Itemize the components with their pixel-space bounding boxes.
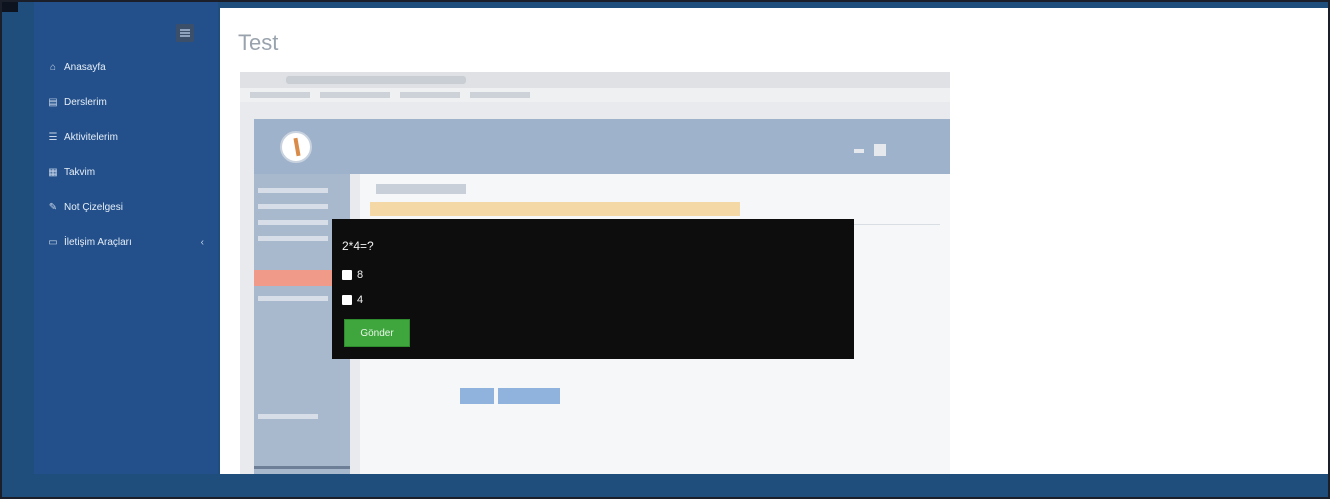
- window-corner: [2, 2, 18, 12]
- video-sidebar-footer: [258, 414, 318, 419]
- sidebar-item-derslerim[interactable]: ▤ Derslerim: [44, 85, 218, 120]
- sidebar-item-label: Takvim: [64, 167, 96, 178]
- hamburger-line: [180, 29, 190, 31]
- video-bookmarks-bar: [240, 88, 950, 102]
- book-icon: ▤: [48, 97, 58, 108]
- video-sidebar-item: [258, 220, 328, 225]
- sidebar-item-iletisim-araclari[interactable]: ▭ İletişim Araçları ‹: [44, 225, 218, 260]
- video-inner-button: [498, 388, 560, 404]
- bookmark: [320, 92, 390, 98]
- sidebar-item-not-cizelgesi[interactable]: ✎ Not Çizelgesi: [44, 190, 218, 225]
- sidebar-item-label: İletişim Araçları: [64, 237, 132, 248]
- checkbox[interactable]: [342, 295, 352, 305]
- bookmark: [250, 92, 310, 98]
- sidebar-item-aktivitelerim[interactable]: ☰ Aktivitelerim: [44, 120, 218, 155]
- bookmark: [470, 92, 530, 98]
- checkbox[interactable]: [342, 270, 352, 280]
- bookmark: [400, 92, 460, 98]
- quiz-question: 2*4=?: [342, 239, 374, 253]
- sidebar-item-anasayfa[interactable]: ⌂ Anasayfa: [44, 50, 218, 85]
- app-frame: ⌂ Anasayfa ▤ Derslerim ☰ Aktivitelerim ▦…: [0, 0, 1330, 499]
- video-url-bar: [286, 76, 466, 84]
- video-sidebar-item: [258, 296, 328, 301]
- home-icon: ⌂: [49, 62, 57, 73]
- logo-icon: [280, 131, 312, 163]
- pencil-icon: ✎: [48, 202, 58, 213]
- page-title: Test: [238, 30, 279, 55]
- quiz-overlay: 2*4=? 8 4 Gönder: [332, 219, 854, 359]
- video-sidebar-item: [258, 236, 328, 241]
- quiz-option-label: 4: [357, 294, 364, 306]
- video-warning-banner: [370, 202, 740, 216]
- menu-toggle-button[interactable]: [176, 24, 194, 42]
- sidebar-item-label: Anasayfa: [64, 62, 106, 73]
- quiz-option-label: 8: [357, 269, 364, 281]
- video-sidebar-item: [258, 188, 328, 193]
- sidebar-item-label: Derslerim: [64, 97, 107, 108]
- video-progress-bar[interactable]: [254, 466, 350, 469]
- list-icon: ☰: [48, 132, 58, 143]
- quiz-option-4[interactable]: 4: [342, 294, 363, 306]
- submit-button[interactable]: Gönder: [344, 319, 410, 347]
- quiz-option-8[interactable]: 8: [342, 269, 363, 281]
- footer-bar: [2, 474, 1328, 497]
- hamburger-line: [180, 32, 190, 34]
- sidebar-item-label: Aktivitelerim: [64, 132, 118, 143]
- sidebar-nav: ⌂ Anasayfa ▤ Derslerim ☰ Aktivitelerim ▦…: [44, 50, 218, 260]
- calendar-icon: ▦: [48, 167, 58, 178]
- video-app-header: [254, 119, 950, 174]
- sidebar-item-takvim[interactable]: ▦ Takvim: [44, 155, 218, 190]
- header-avatar: [874, 144, 886, 156]
- chevron-left-icon: ‹: [200, 237, 204, 248]
- header-item: [854, 149, 864, 153]
- sidebar: ⌂ Anasayfa ▤ Derslerim ☰ Aktivitelerim ▦…: [34, 2, 218, 474]
- chat-icon: ▭: [48, 237, 58, 248]
- main-content: Test 2*4=? 8 4 Gönder: [220, 8, 1328, 474]
- sidebar-item-label: Not Çizelgesi: [64, 202, 123, 213]
- hamburger-line: [180, 35, 190, 37]
- video-inner-button: [460, 388, 494, 404]
- video-browser-toolbar: [240, 72, 950, 88]
- video-inner-title: [376, 184, 466, 194]
- video-sidebar-item: [258, 204, 328, 209]
